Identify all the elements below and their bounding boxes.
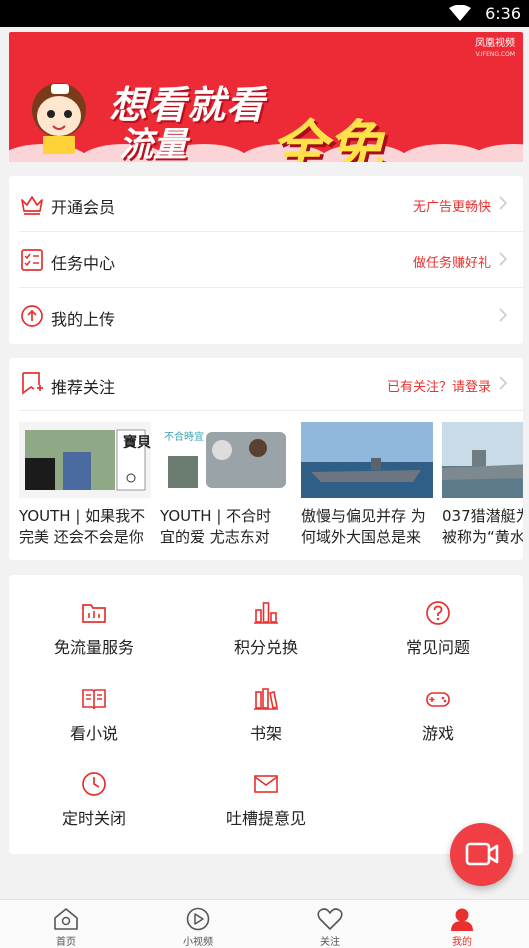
gamepad-icon [426,692,450,707]
upload-icon [21,305,43,327]
video-thumbnail[interactable] [301,422,433,498]
bookmark-add-icon [22,372,43,395]
brand-logo: 凤凰视频 V.IFENG.COM [475,38,515,58]
video-caption[interactable]: YOUTH | 如果我不 完美 还会不会是你 [19,506,155,548]
play-icon [186,907,210,931]
service-read-novels[interactable]: 看小说 [9,686,179,744]
book-icon [82,689,106,710]
tab-follow[interactable]: 关注 [264,900,396,948]
service-feedback[interactable]: 吐槽提意见 [181,771,351,829]
banner-highlight: 全免 [271,115,383,162]
menu-item-label: 任务中心 [51,254,116,273]
video-caption[interactable]: 037猎潜艇为 被称为“黄水 [442,506,523,548]
chevron-right-icon [499,252,508,266]
bookshelf-icon [254,688,278,710]
status-time: 6:36 [485,4,521,23]
home-icon [54,908,78,930]
record-video-button[interactable] [450,823,513,886]
menu-item-task-center[interactable]: 任务中心 做任务赚好礼 [9,232,523,287]
service-games[interactable]: 游戏 [353,686,523,744]
menu-item-my-uploads[interactable]: 我的上传 [9,288,523,343]
tab-short-video[interactable]: 小视频 [132,900,264,948]
video-thumbnail[interactable]: 寶貝 [19,422,151,498]
task-list-icon [21,249,43,271]
recommend-card: 推荐关注 已有关注？请登录 寶貝 YOUTH | 如果我不 完美 还会不会是你 … [9,358,523,560]
folder-icon [82,604,106,623]
menu-card: 开通会员 无广告更畅快 任务中心 做任务赚好礼 我的上传 [9,176,523,344]
login-hint[interactable]: 已有关注？请登录 [387,376,491,395]
video-caption[interactable]: YOUTH | 不合时 宜的爱 尤志东对 [160,506,296,548]
service-faq[interactable]: 常见问题 [353,600,523,658]
menu-item-hint: 做任务赚好礼 [412,256,491,271]
services-card: 免流量服务 积分兑换 常见问题 看小说 书架 游戏 定时关闭 吐槽提意见 [9,575,523,854]
tab-home[interactable]: 首页 [0,900,132,948]
question-icon [426,601,450,625]
mascot-icon [32,83,86,154]
thumbnail-text: 不合時宜 [164,432,204,443]
points-chart-icon [254,602,278,624]
video-camera-icon [465,842,499,866]
chevron-right-icon [499,376,508,390]
envelope-icon [254,775,278,793]
status-bar: 6:36 [0,0,529,27]
service-free-data[interactable]: 免流量服务 [9,600,179,658]
thumbnail-image [442,422,523,498]
thumbnail-image [301,422,433,498]
menu-item-membership[interactable]: 开通会员 无广告更畅快 [9,176,523,231]
thumbnail-text: 寶貝 [123,435,151,451]
video-thumbnail[interactable] [442,422,523,498]
promo-banner[interactable]: 凤凰视频 V.IFENG.COM 想看就看 流量 全免 [9,32,523,162]
menu-item-label: 我的上传 [51,310,116,329]
service-points-exchange[interactable]: 积分兑换 [181,600,351,658]
heart-icon [317,908,343,930]
tab-mine[interactable]: 我的 [396,900,528,948]
bottom-tab-bar: 首页 小视频 关注 我的 [0,899,529,948]
chevron-right-icon [499,308,508,322]
service-bookshelf[interactable]: 书架 [181,686,351,744]
user-icon [451,908,473,931]
video-caption[interactable]: 傲慢与偏见并存 为 何域外大国总是来 [301,506,437,548]
banner-subline: 流量 [119,125,187,162]
recommend-title: 推荐关注 [51,378,116,397]
video-thumbnail[interactable]: 不合時宜 [160,422,292,498]
menu-item-hint: 无广告更畅快 [412,200,491,215]
service-sleep-timer[interactable]: 定时关闭 [9,771,179,829]
crown-icon [21,196,43,215]
chevron-right-icon [499,196,508,210]
wifi-icon [449,5,471,21]
menu-item-label: 开通会员 [51,198,116,217]
clock-icon [82,772,106,796]
